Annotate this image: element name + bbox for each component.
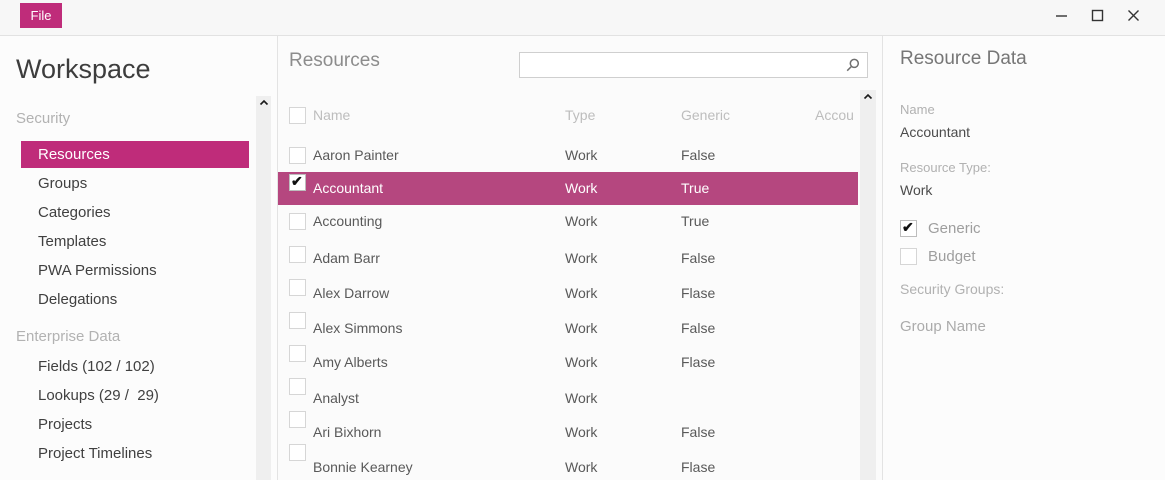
close-icon xyxy=(1127,9,1140,27)
sidebar-item-projects[interactable]: Projects xyxy=(0,410,277,439)
table-row[interactable]: Alex Simmons Work False xyxy=(278,304,858,337)
sidebar-title: Workspace xyxy=(16,54,151,84)
table-row[interactable]: Amy Alberts Work Flase xyxy=(278,337,858,370)
sidebar-item-pwa-permissions[interactable]: PWA Permissions xyxy=(0,256,277,285)
budget-checkbox[interactable] xyxy=(900,248,917,265)
cell-generic: False xyxy=(681,147,716,163)
window-controls xyxy=(1047,0,1147,36)
resource-type-label: Resource Type: xyxy=(900,160,991,175)
table-row[interactable]: Accountant Work True xyxy=(278,172,858,205)
name-label: Name xyxy=(900,102,935,117)
minimize-icon xyxy=(1055,9,1068,27)
sidebar-item-resources[interactable]: Resources xyxy=(21,141,249,168)
resource-data-panel: Resource Data Name Accountant Resource T… xyxy=(884,36,1165,480)
group-name-item: Group Name xyxy=(900,318,986,335)
generic-checkbox-label: Generic xyxy=(928,220,981,237)
table-row[interactable]: Accounting Work True xyxy=(278,205,858,238)
sidebar-item-project-timelines[interactable]: Project Timelines xyxy=(0,439,277,468)
table-header: Name Type Generic Accou xyxy=(278,99,858,132)
select-all-checkbox[interactable] xyxy=(289,107,306,124)
row-checkbox[interactable] xyxy=(289,444,306,461)
budget-checkbox-field: Budget xyxy=(900,248,976,265)
cell-generic: True xyxy=(681,180,710,196)
table-row[interactable]: Analyst Work xyxy=(278,370,858,406)
cell-name: Bonnie Kearney xyxy=(313,459,413,475)
sidebar-item-lookups-29-29[interactable]: Lookups (29 / 29) xyxy=(0,381,277,410)
sidebar-item-categories[interactable]: Categories xyxy=(0,198,277,227)
resource-type-value: Work xyxy=(900,182,933,198)
resources-panel: Resources Name Type Generic Accou Aaron … xyxy=(278,36,883,480)
search-input[interactable] xyxy=(526,53,836,77)
search-icon[interactable] xyxy=(845,58,860,78)
security-groups-label: Security Groups: xyxy=(900,281,1005,297)
row-checkbox[interactable] xyxy=(289,279,306,296)
cell-generic: Flase xyxy=(681,459,716,475)
column-header-name[interactable]: Name xyxy=(313,99,350,132)
cell-type: Work xyxy=(565,459,598,475)
cell-name: Aaron Painter xyxy=(313,147,399,163)
cell-type: Work xyxy=(565,147,598,163)
sidebar-item-groups[interactable]: Groups xyxy=(0,169,277,198)
row-checkbox[interactable] xyxy=(289,411,306,428)
resources-panel-title: Resources xyxy=(289,50,380,71)
table-scrollbar[interactable] xyxy=(860,90,876,480)
name-value: Accountant xyxy=(900,124,971,140)
budget-checkbox-label: Budget xyxy=(928,248,976,265)
cell-type: Work xyxy=(565,180,598,196)
cell-name: Accounting xyxy=(313,213,383,229)
row-checkbox[interactable] xyxy=(289,147,306,164)
sidebar-item-delegations[interactable]: Delegations xyxy=(0,285,277,314)
sidebar-section-items: Resources Groups Categories Templates PWA Pe… xyxy=(0,141,277,314)
cell-name: Accountant xyxy=(313,180,384,196)
sidebar-item-fields-102-102[interactable]: Fields (102 / 102) xyxy=(0,352,277,381)
sidebar-section-enterprise-data: Enterprise Data xyxy=(16,328,121,345)
workspace-sidebar: Workspace Security Resources Groups Categor… xyxy=(0,36,278,480)
row-checkbox[interactable] xyxy=(289,213,306,230)
scroll-up-icon[interactable] xyxy=(860,93,876,100)
sidebar-scrollbar[interactable] xyxy=(256,96,271,480)
sidebar-item-templates[interactable]: Templates xyxy=(0,227,277,256)
generic-checkbox-field: Generic xyxy=(900,219,981,237)
sidebar-section-security: Security xyxy=(16,110,71,127)
table-row[interactable]: Adam Barr Work False xyxy=(278,238,858,271)
close-button[interactable] xyxy=(1119,5,1147,31)
row-checkbox[interactable] xyxy=(289,246,306,263)
table-row[interactable]: Aaron Painter Work False xyxy=(278,139,858,172)
cell-type: Work xyxy=(565,213,598,229)
scroll-up-icon[interactable] xyxy=(256,99,271,106)
maximize-icon xyxy=(1091,9,1104,27)
cell-generic: True xyxy=(681,213,710,229)
row-checkbox[interactable] xyxy=(289,378,306,395)
search-box xyxy=(519,52,868,78)
row-checkbox[interactable] xyxy=(289,173,306,191)
resources-table: Aaron Painter Work False Accountant Work True… xyxy=(278,139,858,475)
sidebar-section-items: Fields (102 / 102) Lookups (29 / 29) Proje… xyxy=(0,352,277,468)
table-row[interactable]: Alex Darrow Work Flase xyxy=(278,271,858,304)
column-header-generic[interactable]: Generic xyxy=(681,99,730,132)
table-row[interactable]: Bonnie Kearney Work Flase xyxy=(278,436,858,475)
row-checkbox[interactable] xyxy=(289,345,306,362)
title-bar: File xyxy=(0,0,1165,36)
generic-checkbox[interactable] xyxy=(900,219,917,237)
table-row[interactable]: Ari Bixhorn Work False xyxy=(278,403,858,440)
file-menu-button[interactable]: File xyxy=(20,3,62,28)
maximize-button[interactable] xyxy=(1083,5,1111,31)
minimize-button[interactable] xyxy=(1047,5,1075,31)
detail-panel-title: Resource Data xyxy=(900,48,1027,69)
row-checkbox[interactable] xyxy=(289,312,306,329)
column-header-type[interactable]: Type xyxy=(565,99,595,132)
column-header-account[interactable]: Accou xyxy=(815,99,854,132)
